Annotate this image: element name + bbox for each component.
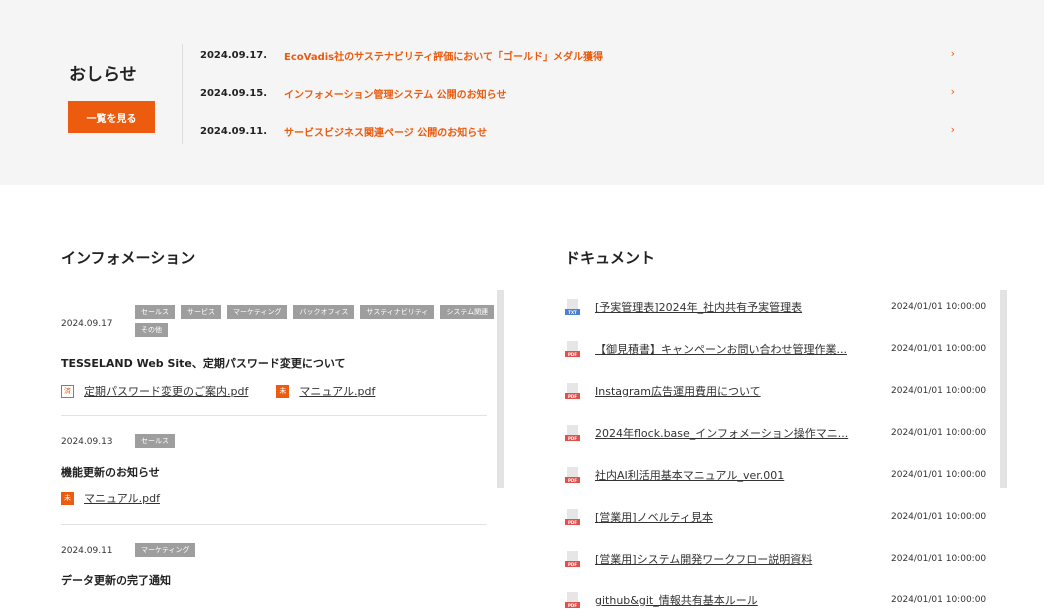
info-heading[interactable]: 機能更新のお知らせ [61,464,160,480]
category-tag[interactable]: マーケティング [135,543,196,557]
divider [61,524,487,525]
info-heading[interactable]: データ更新の完了通知 [61,572,171,588]
notice-title: おしらせ [69,65,137,85]
divider [61,415,487,416]
category-tag[interactable]: バックオフィス [293,305,355,319]
file-name[interactable]: マニュアル.pdf [299,383,375,399]
notice-date: 2024.09.11. [200,125,268,137]
information-title: インフォメーション [61,249,196,267]
notice-link[interactable]: EcoVadis社のサステナビリティ評価において「ゴールド」メダル獲得 [284,48,960,63]
category-tag[interactable]: サービス [181,305,221,319]
document-row[interactable]: PDF 【御見積書】キャンペーンお問い合わせ管理作業... 2024/01/01… [565,339,990,359]
documents-scrollbar[interactable] [1000,290,1007,488]
document-row[interactable]: PDF Instagram広告運用費用について 2024/01/01 10:00… [565,381,990,401]
pdf-file-icon: PDF [565,425,580,441]
unread-status-badge: 未 [276,384,290,398]
tag-list: セールス [135,434,495,448]
chevron-right-icon[interactable]: › [951,85,955,98]
category-tag[interactable]: システム関連 [440,305,495,319]
tag-list: マーケティング [135,543,495,557]
notice-link[interactable]: インフォメーション管理システム 公開のお知らせ [284,86,960,101]
category-tag[interactable]: セールス [135,434,175,448]
view-all-button[interactable]: 一覧を見る [68,101,155,133]
notice-item[interactable]: 2024.09.17. EcoVadis社のサステナビリティ評価において「ゴール… [200,45,960,65]
document-name[interactable]: [営業用]ノベルティ見本 [595,509,877,525]
pdf-file-icon: PDF [565,509,580,525]
pdf-file-icon: PDF [565,341,580,357]
category-tag[interactable]: サスティナビリティ [360,305,435,319]
tag-list: セールス サービス マーケティング バックオフィス サスティナビリティ システム… [135,305,495,337]
info-date: 2024.09.13 [61,437,113,447]
document-date: 2024/01/01 10:00:00 [891,344,987,354]
pdf-file-icon: PDF [565,467,580,483]
notice-link[interactable]: サービスビジネス関連ページ 公開のお知らせ [284,124,960,139]
category-tag[interactable]: マーケティング [227,305,288,319]
document-name[interactable]: github&git_情報共有基本ルール [595,592,877,608]
file-link[interactable]: 未 マニュアル.pdf [276,383,375,399]
document-date: 2024/01/01 10:00:00 [891,595,987,605]
document-row[interactable]: PDF 2024年flock.base_インフォメーション操作マニ... 202… [565,423,990,443]
file-list: 済 定期パスワード変更のご案内.pdf 未 マニュアル.pdf [61,383,403,399]
file-list: 未 マニュアル.pdf [61,490,188,506]
document-row[interactable]: TXT [予実管理表]2024年_社内共有予実管理表 2024/01/01 10… [565,297,990,317]
document-name[interactable]: 2024年flock.base_インフォメーション操作マニ... [595,425,877,441]
info-date: 2024.09.11 [61,546,113,556]
pdf-file-icon: PDF [565,383,580,399]
information-scrollbar[interactable] [497,290,504,488]
notice-section: おしらせ 一覧を見る 2024.09.17. EcoVadis社のサステナビリテ… [0,0,1044,185]
notice-date: 2024.09.17. [200,49,268,61]
document-date: 2024/01/01 10:00:00 [891,554,987,564]
notice-divider [182,44,183,144]
unread-status-badge: 未 [61,491,74,505]
document-name[interactable]: 【御見積書】キャンペーンお問い合わせ管理作業... [595,341,877,357]
read-status-badge: 済 [61,384,74,398]
document-date: 2024/01/01 10:00:00 [891,386,987,396]
document-name[interactable]: [営業用]システム開発ワークフロー説明資料 [595,551,877,567]
pdf-file-icon: PDF [565,592,580,608]
notice-date: 2024.09.15. [200,87,268,99]
document-row[interactable]: PDF [営業用]ノベルティ見本 2024/01/01 10:00:00 [565,507,990,527]
documents-title: ドキュメント [565,249,656,267]
file-link[interactable]: 済 定期パスワード変更のご案内.pdf [61,383,248,399]
chevron-right-icon[interactable]: › [951,47,955,60]
info-date: 2024.09.17 [61,319,113,329]
document-row[interactable]: PDF 社内AI利活用基本マニュアル_ver.001 2024/01/01 10… [565,465,990,485]
info-heading[interactable]: TESSELAND Web Site、定期パスワード変更について [61,355,346,371]
txt-file-icon: TXT [565,299,580,315]
file-name[interactable]: マニュアル.pdf [84,490,160,506]
document-name[interactable]: 社内AI利活用基本マニュアル_ver.001 [595,467,877,483]
notice-item[interactable]: 2024.09.11. サービスビジネス関連ページ 公開のお知らせ › [200,121,960,141]
file-name[interactable]: 定期パスワード変更のご案内.pdf [84,383,248,399]
chevron-right-icon[interactable]: › [951,123,955,136]
notice-item[interactable]: 2024.09.15. インフォメーション管理システム 公開のお知らせ › [200,83,960,103]
document-name[interactable]: Instagram広告運用費用について [595,383,877,399]
pdf-file-icon: PDF [565,551,580,567]
file-link[interactable]: 未 マニュアル.pdf [61,490,160,506]
document-row[interactable]: PDF github&git_情報共有基本ルール 2024/01/01 10:0… [565,590,990,610]
document-date: 2024/01/01 10:00:00 [891,512,987,522]
document-name[interactable]: [予実管理表]2024年_社内共有予実管理表 [595,299,877,315]
document-row[interactable]: PDF [営業用]システム開発ワークフロー説明資料 2024/01/01 10:… [565,549,990,569]
document-date: 2024/01/01 10:00:00 [891,428,987,438]
document-date: 2024/01/01 10:00:00 [891,302,987,312]
category-tag[interactable]: セールス [135,305,175,319]
document-date: 2024/01/01 10:00:00 [891,470,987,480]
category-tag[interactable]: その他 [135,323,168,337]
